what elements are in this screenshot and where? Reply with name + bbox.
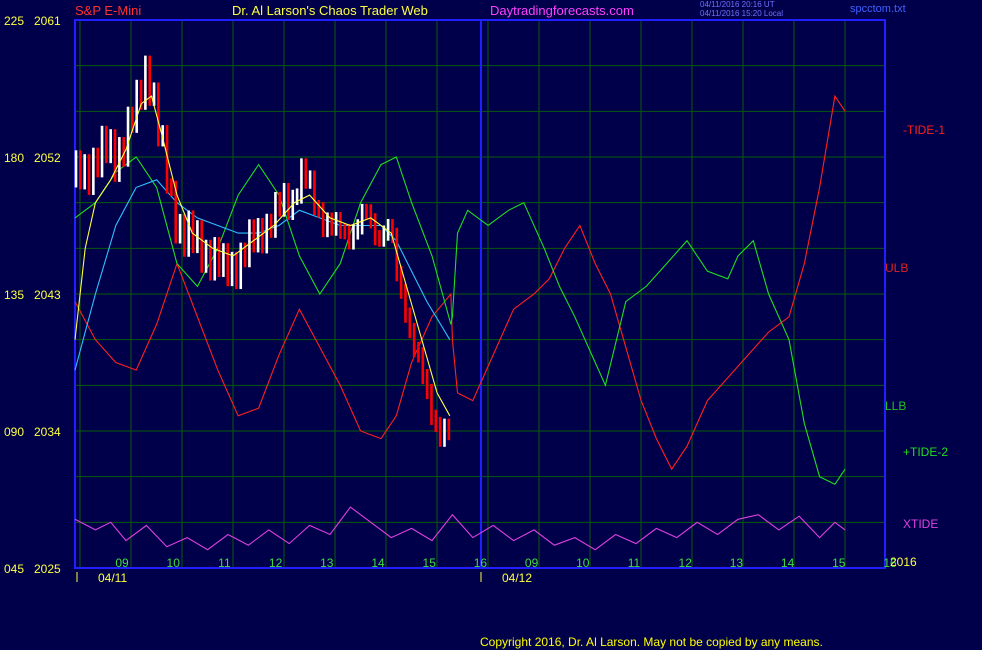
x-hour-label: 09 [525, 556, 539, 570]
x-hour-label: 12 [269, 556, 283, 570]
chart-canvas: 225 180 135 090 045 2061 2052 2043 2034 2025 09 10 1… [4, 14, 948, 585]
y-right-tick-label: 2025 [34, 562, 61, 576]
x-hour-label: 15 [832, 556, 846, 570]
x-hour-label: 10 [167, 556, 181, 570]
y-right-tick-label: 2034 [34, 425, 61, 439]
timestamp-local: 04/11/2016 15:20 Local [700, 9, 784, 18]
year-label: 2016 [890, 555, 917, 569]
series-tide1-line [74, 94, 846, 471]
y-right-tick-label: 2052 [34, 151, 61, 165]
x-hour-label: 10 [576, 556, 590, 570]
timestamp-utc: 04/11/2016 20:16 UT [700, 0, 775, 9]
y-left-tick-label: 180 [4, 151, 24, 165]
series-label-tide2: +TIDE-2 [903, 445, 948, 459]
x-hour-label: 11 [218, 556, 231, 570]
y-left-tick-label: 090 [4, 425, 24, 439]
series-label-llb: LLB [885, 399, 906, 413]
x-hour-label: 14 [781, 556, 795, 570]
copyright-notice: Copyright 2016, Dr. Al Larson. May not b… [480, 635, 823, 649]
x-hour-label: 15 [423, 556, 437, 570]
series-label-tide1: -TIDE-1 [903, 123, 945, 137]
series-xtide-line [74, 506, 846, 551]
series-label-xtide: XTIDE [903, 517, 938, 531]
y-left-tick-label: 045 [4, 562, 24, 576]
data-file-label: spcctom.txt [850, 3, 906, 15]
x-hour-label: 11 [628, 556, 641, 570]
series-tide2-line [74, 156, 846, 486]
series-label-ulb: ULB [885, 261, 908, 275]
x-hour-label: 14 [371, 556, 385, 570]
y-right-tick-label: 2061 [34, 14, 61, 28]
x-hour-label: 12 [679, 556, 693, 570]
symbol-label: S&P E-Mini [75, 3, 142, 18]
x-hour-label: 13 [730, 556, 744, 570]
site-link[interactable]: Daytradingforecasts.com [490, 3, 634, 18]
x-hour-label: 13 [320, 556, 334, 570]
y-left-tick-label: 135 [4, 288, 24, 302]
x-hour-label: 16 [474, 556, 488, 570]
y-left-tick-label: 225 [4, 14, 24, 28]
chart-title: Dr. Al Larson's Chaos Trader Web [232, 3, 428, 18]
y-right-tick-label: 2043 [34, 288, 61, 302]
date-label: 04/12 [502, 571, 532, 585]
x-hour-label: 09 [115, 556, 129, 570]
date-label: 04/11 [98, 571, 127, 585]
